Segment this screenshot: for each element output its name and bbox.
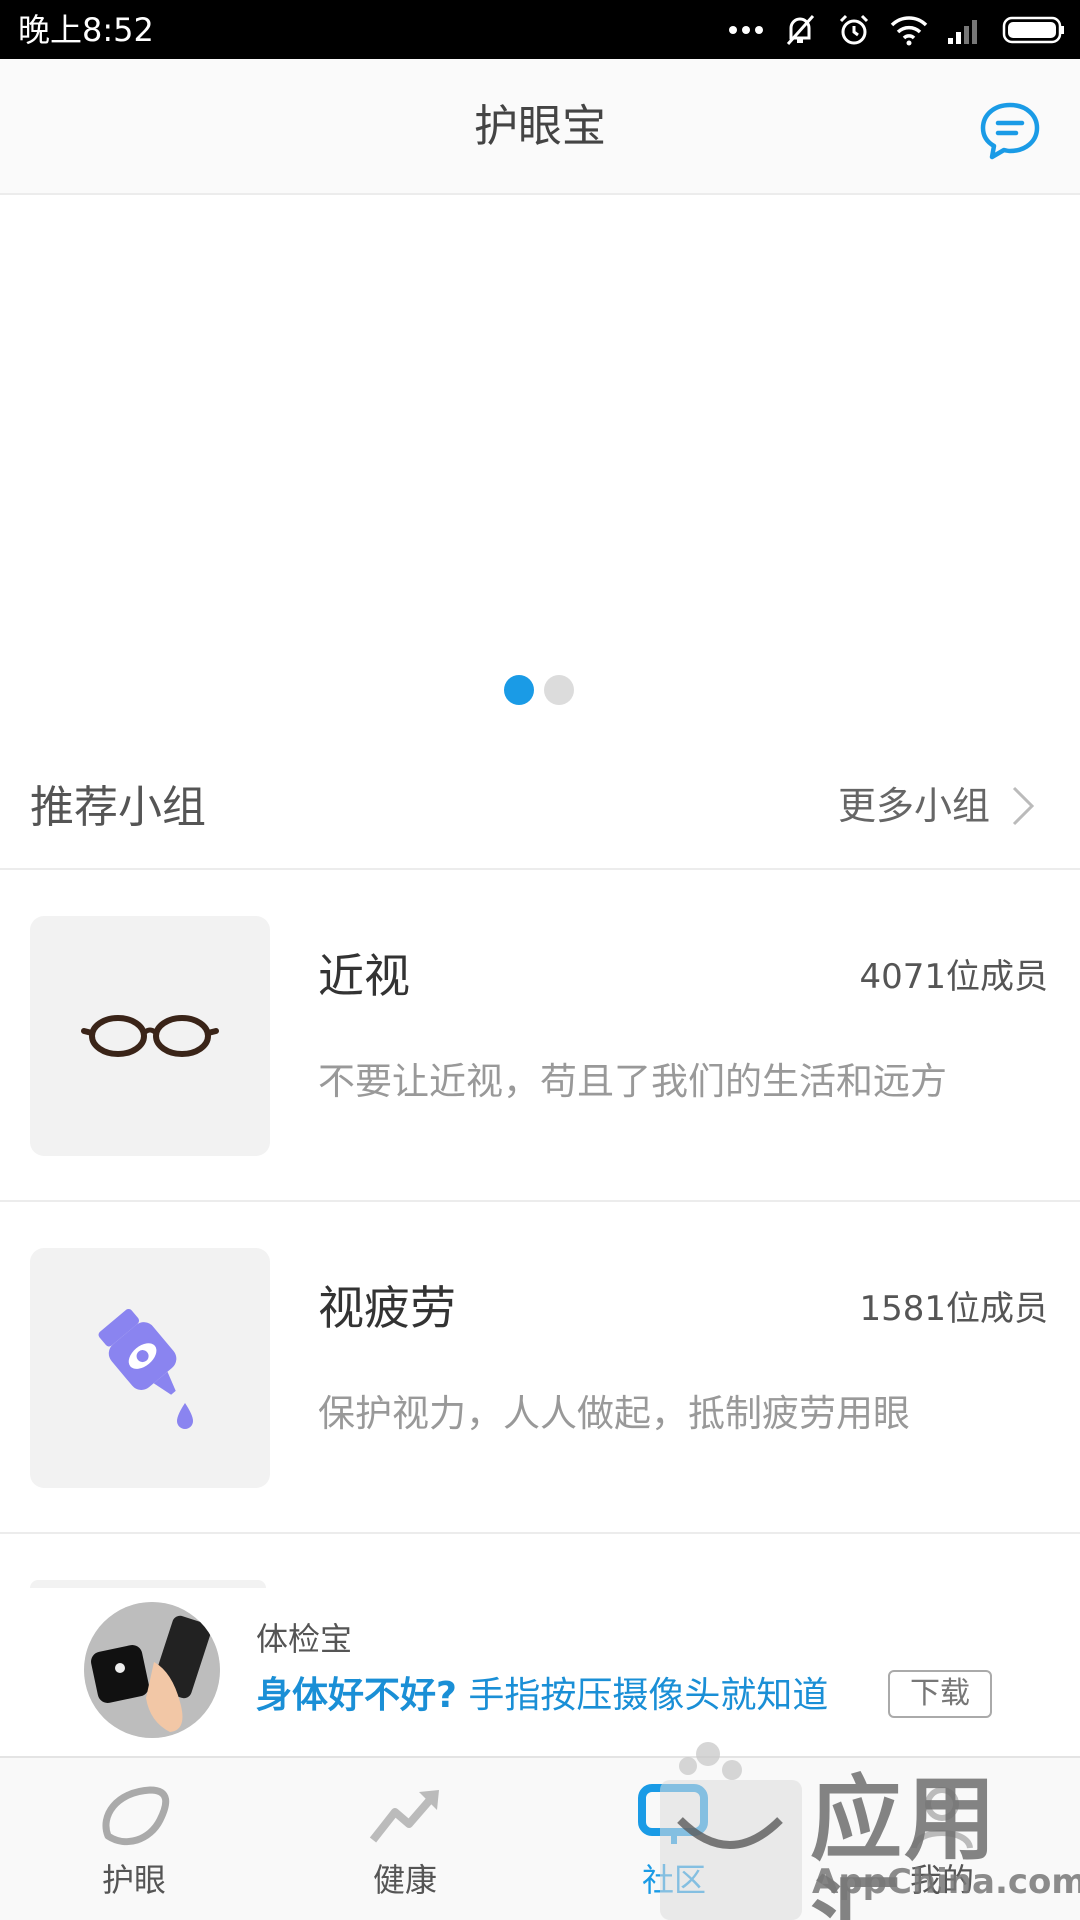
bottom-navigation: 护眼 健康 社区 我的 xyxy=(0,1756,1080,1920)
chat-bubble-icon[interactable] xyxy=(978,99,1042,163)
ad-slogan-question: 身体好不好? xyxy=(256,1675,457,1716)
wifi-icon xyxy=(890,16,928,46)
mute-icon xyxy=(786,15,815,45)
group-name: 近视 xyxy=(318,949,410,1003)
group-member-count: 4071位成员 xyxy=(859,957,1048,997)
ad-slogan: 身体好不好? 手指按压摄像头就知道 xyxy=(256,1672,828,1720)
group-member-count: 1581位成员 xyxy=(859,1289,1048,1329)
ad-slogan-rest: 手指按压摄像头就知道 xyxy=(456,1675,829,1716)
status-icons xyxy=(728,8,1066,52)
status-time: 晚上8:52 xyxy=(18,11,154,49)
chevron-right-icon xyxy=(1012,786,1035,826)
group-description: 不要让近视，苟且了我们的生活和远方 xyxy=(318,1060,947,1103)
nav-item-eye-care[interactable]: 护眼 xyxy=(34,1758,234,1920)
glasses-icon xyxy=(81,1015,219,1057)
ad-download-button[interactable]: 下载 xyxy=(888,1670,992,1718)
signal-icon xyxy=(948,20,977,44)
status-bar: 晚上8:52 xyxy=(0,0,1080,59)
section-title: 推荐小组 xyxy=(30,782,206,833)
nav-label: 护眼 xyxy=(101,1861,166,1899)
banner-carousel[interactable] xyxy=(0,195,1080,725)
page-title: 护眼宝 xyxy=(474,101,606,152)
group-thumbnail xyxy=(30,1248,270,1488)
group-thumbnail xyxy=(30,916,270,1156)
alarm-icon xyxy=(839,14,869,45)
battery-icon xyxy=(1002,16,1064,44)
community-icon xyxy=(638,1784,708,1844)
group-description: 保护视力，人人做起，抵制疲劳用眼 xyxy=(318,1392,910,1435)
more-dots-icon xyxy=(729,26,763,34)
eye-drops-icon xyxy=(98,1308,193,1429)
group-name: 视疲劳 xyxy=(318,1281,456,1335)
nav-item-community[interactable]: 社区 xyxy=(574,1758,774,1920)
ad-app-avatar xyxy=(84,1602,220,1738)
recommended-groups-header: 推荐小组 更多小组 xyxy=(0,748,1080,870)
title-bar: 护眼宝 xyxy=(0,59,1080,195)
more-groups-label: 更多小组 xyxy=(837,784,990,828)
nav-item-health[interactable]: 健康 xyxy=(305,1758,505,1920)
eye-shape-icon xyxy=(102,1786,170,1846)
nav-label: 我的 xyxy=(909,1861,974,1899)
trend-up-icon xyxy=(369,1790,439,1843)
more-groups-link[interactable]: 更多小组 xyxy=(838,776,1036,836)
next-group-thumbnail-peek xyxy=(30,1580,266,1588)
ad-banner[interactable]: 体检宝 身体好不好? 手指按压摄像头就知道 下载 xyxy=(0,1588,1080,1756)
nav-item-profile[interactable]: 我的 xyxy=(842,1758,1042,1920)
carousel-dot-1[interactable] xyxy=(504,675,534,705)
profile-icon xyxy=(911,1787,973,1849)
nav-label: 健康 xyxy=(372,1861,437,1899)
carousel-indicator xyxy=(504,675,574,705)
nav-label: 社区 xyxy=(641,1861,706,1899)
group-item-myopia[interactable]: 近视 4071位成员 不要让近视，苟且了我们的生活和远方 xyxy=(0,870,1080,1202)
ad-app-name: 体检宝 xyxy=(256,1620,353,1658)
group-item-eye-fatigue[interactable]: 视疲劳 1581位成员 保护视力，人人做起，抵制疲劳用眼 xyxy=(0,1202,1080,1534)
carousel-dot-2[interactable] xyxy=(544,675,574,705)
